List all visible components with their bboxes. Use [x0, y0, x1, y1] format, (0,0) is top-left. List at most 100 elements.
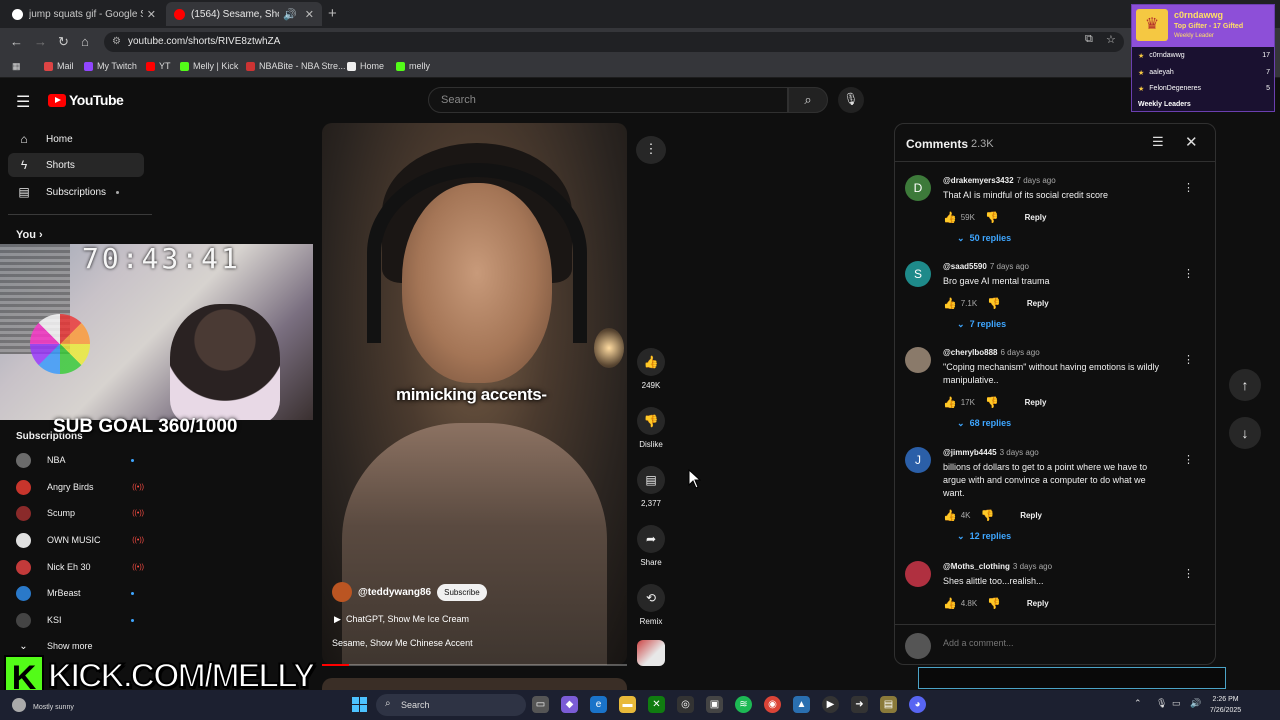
file-explorer-icon[interactable]: ▬: [619, 696, 636, 713]
reply-button[interactable]: Reply: [1025, 213, 1047, 222]
spotify-icon[interactable]: ≋: [735, 696, 752, 713]
like-icon[interactable]: 👍: [943, 509, 957, 522]
commenter-avatar[interactable]: [905, 561, 931, 587]
commenter-avatar[interactable]: J: [905, 447, 931, 473]
sidebar-channel-mrbeast[interactable]: MrBeast: [16, 583, 144, 603]
sort-icon[interactable]: ☰: [1152, 134, 1164, 150]
photos-icon[interactable]: ▲: [793, 696, 810, 713]
replies-toggle[interactable]: ⌄ 7 replies: [957, 319, 1006, 330]
dislike-icon[interactable]: 👎: [985, 211, 999, 224]
sidebar-channel-ksi[interactable]: KSI: [16, 610, 144, 630]
reply-button[interactable]: Reply: [1025, 398, 1047, 407]
sidebar-item-subscriptions[interactable]: ▤ Subscriptions: [8, 180, 144, 204]
reload-icon[interactable]: ↻: [58, 34, 69, 50]
bookmark-yt[interactable]: YT: [146, 61, 171, 71]
reply-button[interactable]: Reply: [1020, 511, 1042, 520]
reply-button[interactable]: Reply: [1027, 299, 1049, 308]
xbox-icon[interactable]: ✕: [648, 696, 665, 713]
comment-more-icon[interactable]: ⋮: [1183, 567, 1194, 580]
comment-more-icon[interactable]: ⋮: [1183, 353, 1194, 366]
browser-tab-youtube[interactable]: (1564) Sesame, Show Me C 🔊 ✕: [166, 2, 322, 26]
youtube-logo[interactable]: YouTube: [48, 92, 124, 108]
browser-tab-google[interactable]: jump squats gif - Google Search ✕: [4, 2, 164, 26]
add-comment-input[interactable]: [943, 638, 1203, 648]
new-tab-button[interactable]: +: [328, 5, 337, 22]
app-icon[interactable]: ▤: [880, 696, 897, 713]
voice-search-button[interactable]: 🎙: [838, 87, 864, 113]
bookmark-x-home[interactable]: Home: [347, 61, 384, 71]
bookmark-star-icon[interactable]: ☆: [1106, 33, 1116, 46]
search-input[interactable]: Search: [428, 87, 788, 113]
url-field[interactable]: ⚙ youtube.com/shorts/RIVE8ztwhZA: [104, 32, 1124, 52]
menu-icon[interactable]: ☰: [16, 92, 30, 112]
like-icon[interactable]: 👍: [943, 211, 957, 224]
sidebar-item-home[interactable]: ⌂ Home: [8, 127, 144, 151]
dislike-icon[interactable]: 👎: [987, 297, 1001, 310]
sidebar-show-more[interactable]: ⌄ Show more: [16, 636, 144, 656]
short-sound-link[interactable]: ▶ ChatGPT, Show Me Ice Cream: [334, 614, 469, 625]
sidebar-item-shorts[interactable]: ϟ Shorts: [8, 153, 144, 177]
apps-icon[interactable]: ▦: [12, 61, 21, 72]
commenter-avatar[interactable]: S: [905, 261, 931, 287]
replies-toggle[interactable]: ⌄ 12 replies: [957, 531, 1011, 542]
comment-author[interactable]: @cherylbo888: [943, 348, 998, 357]
more-options-button[interactable]: ⋮: [636, 136, 666, 164]
dislike-icon[interactable]: 👎: [987, 597, 1001, 610]
like-button[interactable]: 👍 249K: [636, 348, 666, 390]
app-icon[interactable]: ➜: [851, 696, 868, 713]
bookmark-kick[interactable]: Melly | Kick: [180, 61, 238, 71]
task-view-icon[interactable]: ▭: [532, 696, 549, 713]
subscribe-button[interactable]: Subscribe: [437, 583, 487, 601]
store-icon[interactable]: ▣: [706, 696, 723, 713]
bookmark-twitch[interactable]: My Twitch: [84, 61, 137, 71]
comment-author[interactable]: @Moths_clothing: [943, 562, 1010, 571]
comment-author[interactable]: @jimmyb4445: [943, 448, 997, 457]
comment-more-icon[interactable]: ⋮: [1183, 453, 1194, 466]
edge-icon[interactable]: e: [590, 696, 607, 713]
dislike-button[interactable]: 👎 Dislike: [636, 407, 666, 449]
comment-more-icon[interactable]: ⋮: [1183, 267, 1194, 280]
close-tab-icon[interactable]: ✕: [147, 8, 156, 21]
taskbar-search[interactable]: ⌕ Search: [376, 694, 526, 716]
bookmark-melly[interactable]: melly: [396, 61, 430, 71]
share-button[interactable]: ➦ Share: [636, 525, 666, 567]
comment-more-icon[interactable]: ⋮: [1183, 181, 1194, 194]
sound-thumbnail[interactable]: [637, 640, 665, 666]
replies-toggle[interactable]: ⌄ 68 replies: [957, 418, 1011, 429]
sidebar-channel-own-music[interactable]: OWN MUSIC ((•)): [16, 530, 144, 550]
weather-icon[interactable]: [12, 698, 26, 712]
tray-chevron-icon[interactable]: ⌃: [1134, 698, 1142, 709]
media-player-icon[interactable]: ▶: [822, 696, 839, 713]
mic-tray-icon[interactable]: 🎙: [1156, 698, 1167, 709]
dislike-icon[interactable]: 👎: [985, 396, 999, 409]
comment-author[interactable]: @saad5590: [943, 262, 987, 271]
back-icon[interactable]: ←: [10, 34, 23, 49]
comments-button[interactable]: ▤ 2,377: [636, 466, 666, 508]
channel-name[interactable]: @teddywang86: [358, 587, 431, 598]
next-short-button[interactable]: ↓: [1229, 417, 1261, 449]
network-icon[interactable]: ▭: [1172, 698, 1181, 709]
speaker-icon[interactable]: 🔊: [283, 8, 297, 21]
like-icon[interactable]: 👍: [943, 297, 957, 310]
channel-avatar[interactable]: [332, 582, 352, 602]
like-icon[interactable]: 👍: [943, 597, 957, 610]
replies-toggle[interactable]: ⌄ 50 replies: [957, 233, 1011, 244]
close-icon[interactable]: ✕: [1185, 133, 1198, 151]
install-app-icon[interactable]: ⧉: [1085, 33, 1093, 46]
sidebar-channel-nick-eh-30[interactable]: Nick Eh 30 ((•)): [16, 557, 144, 577]
video-progress-bar[interactable]: [322, 664, 627, 666]
taskbar-clock[interactable]: 2:26 PM 7/26/2025: [1210, 694, 1241, 716]
sidebar-you-link[interactable]: You ›: [16, 229, 43, 241]
home-icon[interactable]: ⌂: [81, 34, 89, 49]
start-button[interactable]: [352, 697, 367, 712]
forward-icon[interactable]: →: [34, 34, 47, 49]
discord-icon[interactable]: ◕: [909, 696, 926, 713]
steam-icon[interactable]: ◎: [677, 696, 694, 713]
bookmark-nbabite[interactable]: NBABite - NBA Stre...: [246, 61, 346, 71]
chrome-icon[interactable]: ◉: [764, 696, 781, 713]
like-icon[interactable]: 👍: [943, 396, 957, 409]
sidebar-channel-scump[interactable]: Scump ((•)): [16, 503, 144, 523]
reply-button[interactable]: Reply: [1027, 599, 1049, 608]
close-tab-icon[interactable]: ✕: [305, 8, 314, 21]
commenter-avatar[interactable]: [905, 347, 931, 373]
